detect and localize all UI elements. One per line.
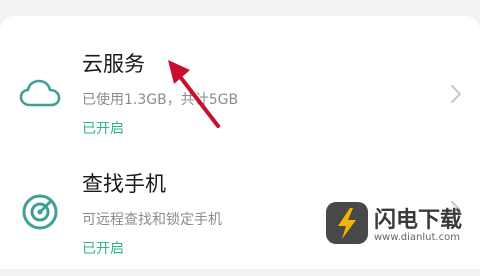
find-phone-title: 查找手机	[82, 172, 166, 196]
cloud-service-status: 已开启	[82, 121, 124, 137]
lightning-logo-icon	[326, 202, 368, 244]
cloud-service-title: 云服务	[82, 52, 145, 76]
find-phone-description: 可远程查找和锁定手机	[82, 212, 222, 228]
find-phone-status: 已开启	[82, 241, 124, 257]
radar-target-icon	[18, 190, 62, 234]
chevron-right-icon	[450, 84, 462, 104]
watermark-url: www.dianlut.com	[374, 232, 460, 243]
red-arrow-annotation	[164, 58, 228, 132]
cloud-service-item[interactable]: 云服务 已使用1.3GB，共计5GB 已开启	[0, 32, 480, 152]
watermark-name: 闪电下载	[374, 208, 463, 233]
cloud-icon	[18, 72, 62, 116]
site-watermark: 闪电下载 www.dianlut.com	[326, 200, 476, 252]
